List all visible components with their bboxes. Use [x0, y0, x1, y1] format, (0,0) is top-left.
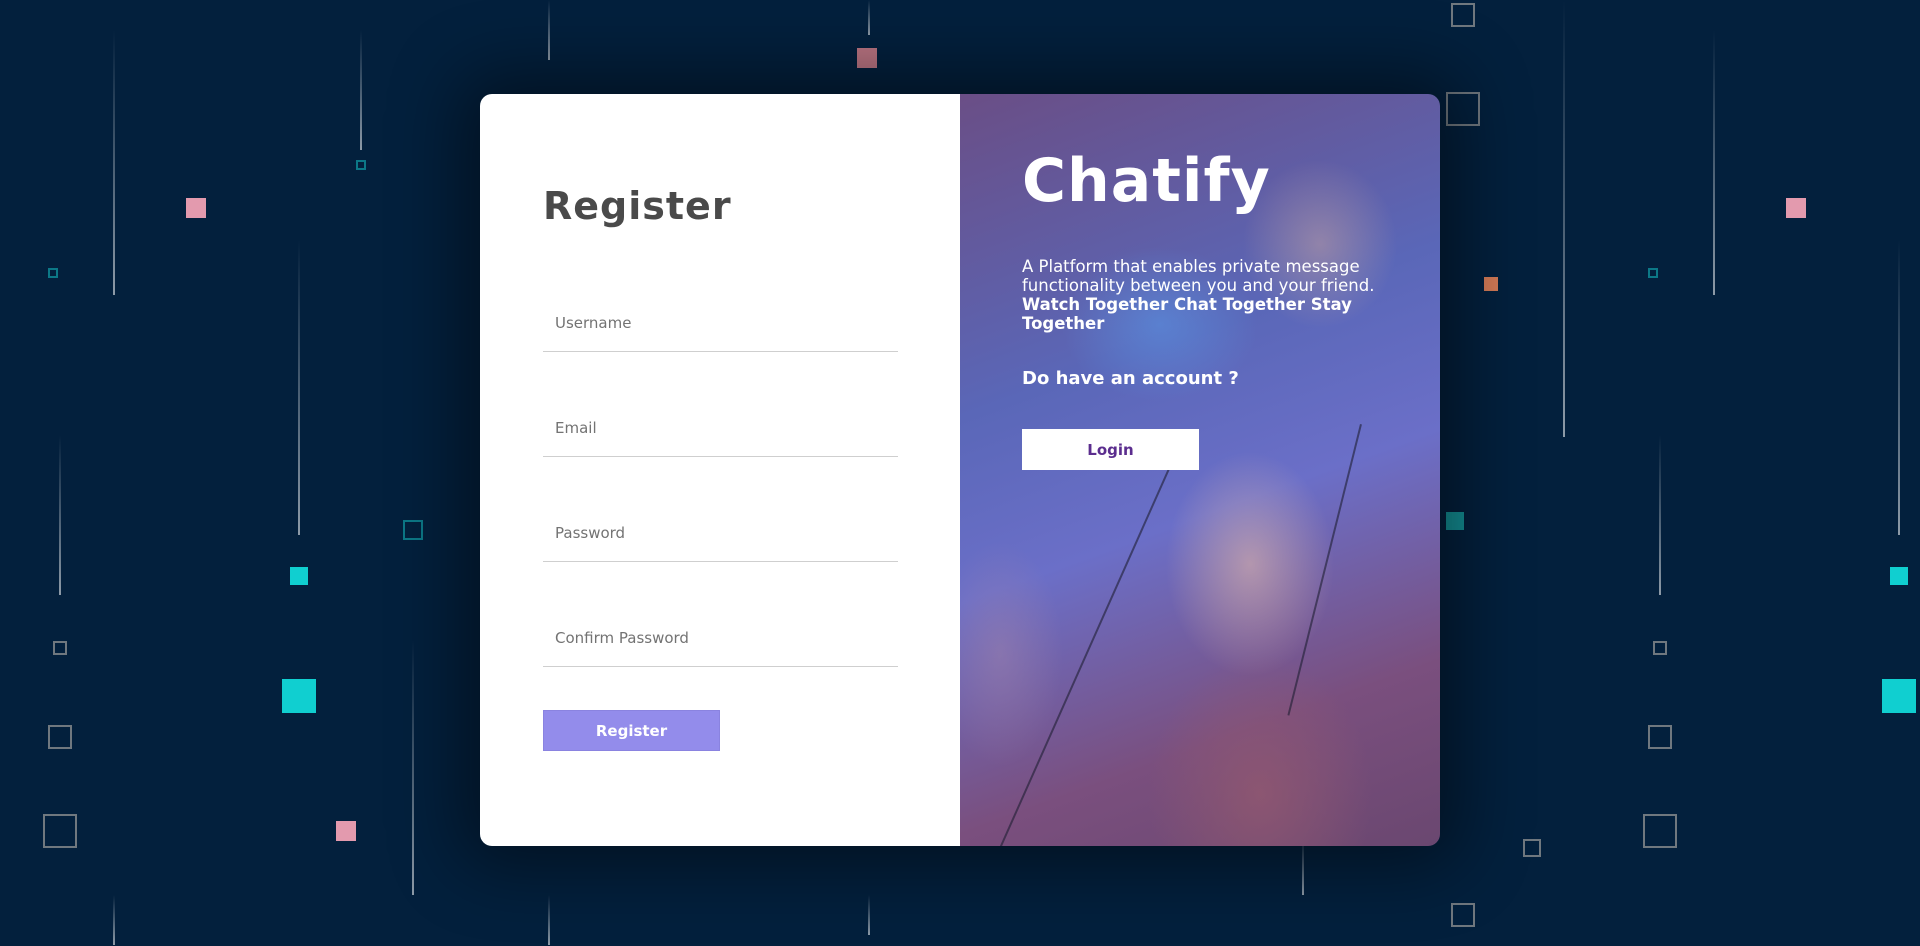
tagline-bold: Watch Together Chat Together Stay Togeth…: [1022, 295, 1352, 333]
background-photo-detail: [1287, 424, 1362, 716]
brand-title: Chatify: [1022, 146, 1271, 216]
email-input[interactable]: [543, 418, 898, 437]
bg-line: [868, 895, 870, 935]
tagline: A Platform that enables private message …: [1022, 257, 1382, 333]
email-field-wrapper: [543, 399, 898, 457]
password-field-wrapper: [543, 504, 898, 562]
bg-square: [1446, 92, 1480, 126]
bg-square: [1648, 268, 1658, 278]
bg-line: [59, 435, 61, 595]
bg-square: [857, 48, 877, 68]
bg-line: [412, 640, 414, 895]
tagline-text: A Platform that enables private message …: [1022, 257, 1375, 295]
bg-square: [53, 641, 67, 655]
bg-square: [48, 725, 72, 749]
bg-square: [1643, 814, 1677, 848]
bg-square: [1882, 679, 1916, 713]
bg-line: [548, 895, 550, 945]
bg-square: [1484, 277, 1498, 291]
bg-square: [1890, 567, 1908, 585]
bg-square: [356, 160, 366, 170]
bg-line: [1659, 435, 1661, 595]
bg-line: [1898, 240, 1900, 535]
bg-square: [1451, 903, 1475, 927]
username-field-wrapper: [543, 294, 898, 352]
bg-line: [360, 30, 362, 150]
register-form-panel: Register Register: [480, 94, 960, 846]
bg-square: [1648, 725, 1672, 749]
bg-line: [1563, 0, 1565, 437]
bg-square: [1653, 641, 1667, 655]
bg-line: [113, 895, 115, 945]
account-question: Do have an account ?: [1022, 368, 1239, 389]
bg-line: [548, 0, 550, 60]
bg-square: [1446, 512, 1464, 530]
bg-line: [1713, 30, 1715, 295]
bg-square: [290, 567, 308, 585]
background-photo-detail: [999, 464, 1172, 846]
bg-square: [43, 814, 77, 848]
bg-line: [868, 0, 870, 35]
bg-line: [113, 30, 115, 295]
info-panel: Chatify A Platform that enables private …: [960, 94, 1440, 846]
confirm-password-field-wrapper: [543, 609, 898, 667]
password-input[interactable]: [543, 523, 898, 542]
bg-square: [186, 198, 206, 218]
bg-square: [403, 520, 423, 540]
register-title: Register: [543, 184, 732, 228]
bg-square: [1451, 3, 1475, 27]
username-input[interactable]: [543, 313, 898, 332]
bg-square: [1523, 839, 1541, 857]
register-card: Register Register Chatify A Platform tha…: [480, 94, 1440, 846]
bg-line: [298, 240, 300, 535]
confirm-password-input[interactable]: [543, 628, 898, 647]
bg-square: [1786, 198, 1806, 218]
bg-square: [48, 268, 58, 278]
bg-square: [282, 679, 316, 713]
register-button[interactable]: Register: [543, 710, 720, 751]
bg-square: [336, 821, 356, 841]
login-button[interactable]: Login: [1022, 429, 1199, 470]
